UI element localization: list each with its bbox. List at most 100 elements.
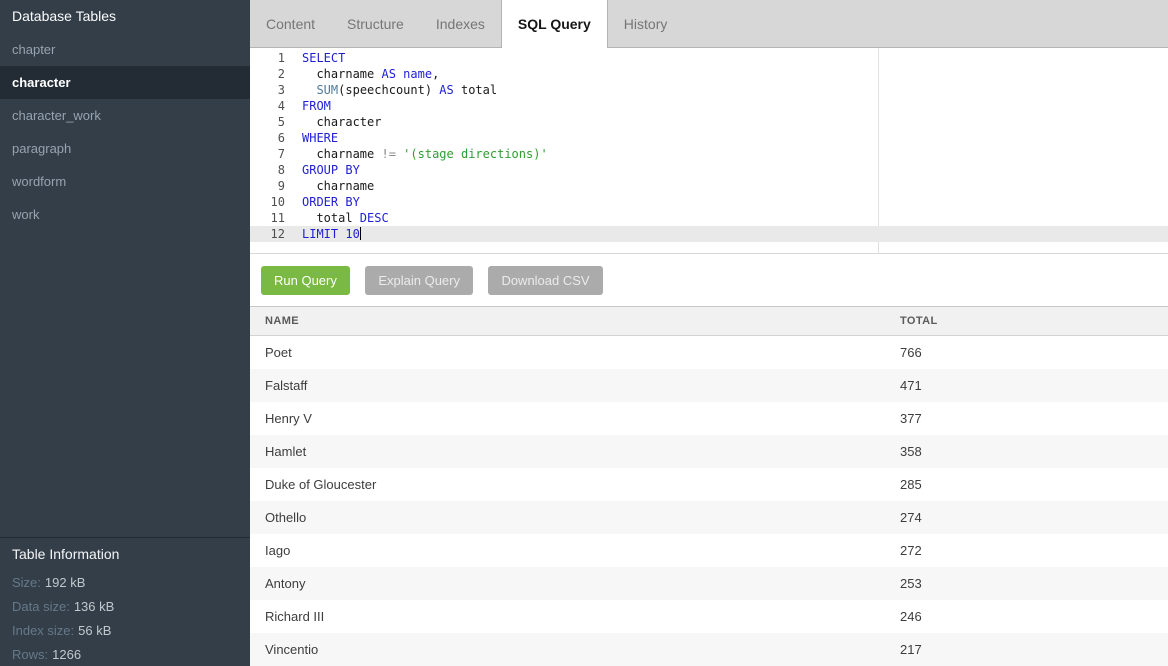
table-list: chaptercharactercharacter_workparagraphw… <box>0 33 250 231</box>
table-row: Hamlet358 <box>250 435 1168 468</box>
table-information-panel: Table Information Size:192 kBData size:1… <box>0 537 250 666</box>
explain-query-button[interactable]: Explain Query <box>365 266 473 295</box>
line-number: 4 <box>250 98 285 114</box>
cell-total: 285 <box>900 468 1168 501</box>
code-text: charname != '(stage directions)' <box>285 146 548 162</box>
code-text: WHERE <box>285 130 338 146</box>
table-row: Iago272 <box>250 534 1168 567</box>
line-number: 6 <box>250 130 285 146</box>
line-number: 3 <box>250 82 285 98</box>
code-line-1: 1SELECT <box>250 50 1168 66</box>
line-number: 8 <box>250 162 285 178</box>
download-csv-button[interactable]: Download CSV <box>488 266 602 295</box>
line-number: 5 <box>250 114 285 130</box>
table-info-label: Index size: <box>12 623 74 638</box>
table-info-label: Data size: <box>12 599 70 614</box>
table-info-row: Size: 192 kB <box>0 571 250 595</box>
code-line-5: 5 character <box>250 114 1168 130</box>
table-info-value: 192 kB <box>45 575 85 590</box>
code-line-3: 3 SUM(speechcount) AS total <box>250 82 1168 98</box>
cell-name: Vincentio <box>250 633 900 666</box>
cell-name: Iago <box>250 534 900 567</box>
table-row: Henry V377 <box>250 402 1168 435</box>
cell-name: Antony <box>250 567 900 600</box>
column-header-name: NAME <box>250 307 900 335</box>
cell-total: 471 <box>900 369 1168 402</box>
code-line-10: 10ORDER BY <box>250 194 1168 210</box>
table-information-title: Table Information <box>0 538 250 571</box>
code-text: charname <box>285 178 374 194</box>
results-table: NAME TOTAL Poet766Falstaff471Henry V377H… <box>250 306 1168 666</box>
sidebar-item-paragraph[interactable]: paragraph <box>0 132 250 165</box>
table-information-stats: Size: 192 kB Data size:136 kB Index size: 56… <box>0 571 250 666</box>
cell-name: Falstaff <box>250 369 900 402</box>
code-text: character <box>285 114 381 130</box>
tab-history[interactable]: History <box>608 0 684 48</box>
sidebar-item-character[interactable]: character <box>0 66 250 99</box>
code-line-8: 8GROUP BY <box>250 162 1168 178</box>
line-number: 10 <box>250 194 285 210</box>
code-text: SELECT <box>285 50 345 66</box>
table-info-label: Size: <box>12 575 41 590</box>
cell-total: 766 <box>900 336 1168 369</box>
table-row: Othello274 <box>250 501 1168 534</box>
database-tool-window: Database Tables chaptercharactercharacte… <box>0 0 1168 666</box>
tab-bar: ContentStructureIndexesSQL QueryHistory <box>250 0 1168 48</box>
cell-name: Duke of Gloucester <box>250 468 900 501</box>
code-text: total DESC <box>285 210 389 226</box>
tab-sql-query[interactable]: SQL Query <box>501 0 608 49</box>
results-header-row: NAME TOTAL <box>250 306 1168 336</box>
line-number: 9 <box>250 178 285 194</box>
code-lines: 1SELECT2 charname AS name,3 SUM(speechco… <box>250 50 1168 242</box>
main-panel: ContentStructureIndexesSQL QueryHistory … <box>250 0 1168 666</box>
table-info-value: 1266 <box>52 647 81 662</box>
cell-name: Richard III <box>250 600 900 633</box>
table-info-label: Rows: <box>12 647 48 662</box>
line-number: 7 <box>250 146 285 162</box>
table-info-row: Data size:136 kB <box>0 595 250 619</box>
sidebar-item-character_work[interactable]: character_work <box>0 99 250 132</box>
cell-name: Poet <box>250 336 900 369</box>
line-number: 2 <box>250 66 285 82</box>
cell-name: Othello <box>250 501 900 534</box>
cell-name: Henry V <box>250 402 900 435</box>
code-text: LIMIT 10 <box>285 226 361 242</box>
query-toolbar: Run Query Explain Query Download CSV <box>250 254 1168 306</box>
line-number: 11 <box>250 210 285 226</box>
column-header-total: TOTAL <box>900 307 1168 335</box>
table-info-row: Index size: 56 kB <box>0 619 250 643</box>
sidebar-item-wordform[interactable]: wordform <box>0 165 250 198</box>
table-row: Antony253 <box>250 567 1168 600</box>
line-number: 1 <box>250 50 285 66</box>
sidebar: Database Tables chaptercharactercharacte… <box>0 0 250 666</box>
tab-content[interactable]: Content <box>250 0 331 48</box>
code-line-11: 11 total DESC <box>250 210 1168 226</box>
text-cursor <box>360 227 361 240</box>
code-line-2: 2 charname AS name, <box>250 66 1168 82</box>
sidebar-item-work[interactable]: work <box>0 198 250 231</box>
code-text: FROM <box>285 98 331 114</box>
code-line-9: 9 charname <box>250 178 1168 194</box>
code-line-12: 12LIMIT 10 <box>250 226 1168 242</box>
line-number: 12 <box>250 226 285 242</box>
tab-structure[interactable]: Structure <box>331 0 420 48</box>
cell-total: 272 <box>900 534 1168 567</box>
table-info-value: 56 kB <box>78 623 111 638</box>
code-line-6: 6WHERE <box>250 130 1168 146</box>
run-query-button[interactable]: Run Query <box>261 266 350 295</box>
cell-total: 274 <box>900 501 1168 534</box>
sql-editor[interactable]: 1SELECT2 charname AS name,3 SUM(speechco… <box>250 48 1168 254</box>
sidebar-item-chapter[interactable]: chapter <box>0 33 250 66</box>
cell-name: Hamlet <box>250 435 900 468</box>
cell-total: 377 <box>900 402 1168 435</box>
table-row: Vincentio217 <box>250 633 1168 666</box>
code-text: SUM(speechcount) AS total <box>285 82 497 98</box>
table-info-row: Rows: 1266 <box>0 643 250 666</box>
code-text: GROUP BY <box>285 162 360 178</box>
sidebar-title: Database Tables <box>0 0 250 33</box>
code-line-4: 4FROM <box>250 98 1168 114</box>
cell-total: 358 <box>900 435 1168 468</box>
results-body: Poet766Falstaff471Henry V377Hamlet358Duk… <box>250 336 1168 666</box>
cell-total: 217 <box>900 633 1168 666</box>
tab-indexes[interactable]: Indexes <box>420 0 501 48</box>
